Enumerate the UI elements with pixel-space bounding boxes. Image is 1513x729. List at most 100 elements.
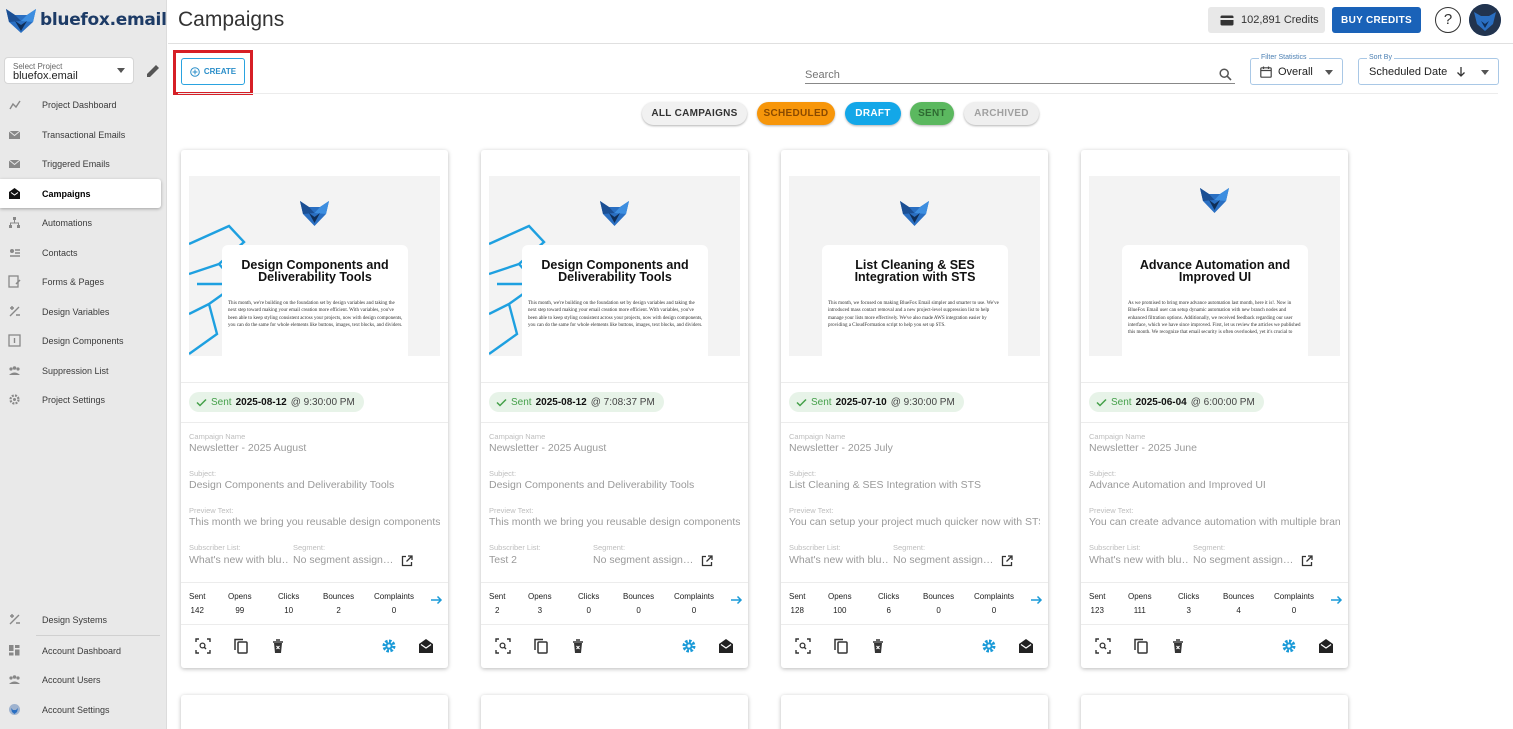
credits-display[interactable]: 102,891 Credits — [1208, 7, 1325, 33]
email-preview-body: This month, we focused on making BlueFox… — [828, 301, 999, 328]
mail-open-icon[interactable] — [1018, 638, 1034, 654]
chevron-down-icon — [117, 68, 125, 73]
copy-icon[interactable] — [1133, 638, 1149, 654]
sidebar-item-suppression-list[interactable]: Suppression List — [0, 356, 167, 386]
email-preview-thumbnail[interactable]: Advance Automation and Improved UI As we… — [1089, 176, 1340, 356]
arrow-right-icon[interactable] — [431, 595, 443, 605]
mail-open-icon[interactable] — [718, 638, 734, 654]
stat-label: Clicks — [278, 592, 300, 601]
delete-icon[interactable] — [1170, 638, 1186, 654]
email-preview-thumbnail[interactable]: Design Components and Deliverability Too… — [489, 176, 740, 356]
campaign-card[interactable] — [481, 695, 748, 729]
suppression-icon — [9, 365, 20, 375]
avatar[interactable] — [1469, 4, 1501, 36]
sidebar-item-design-systems[interactable]: Design Systems — [0, 605, 167, 635]
campaign-card[interactable] — [1081, 695, 1348, 729]
status-badge: Sent 2025-07-10 @ 9:30:00 PM — [789, 392, 964, 412]
search-field[interactable] — [805, 64, 1235, 84]
sent-date: 2025-08-12 — [235, 396, 287, 408]
segment-value: No segment assign… — [593, 554, 693, 566]
subscriber-list-value: What's new with blu… — [789, 554, 889, 566]
gear-icon[interactable] — [981, 638, 997, 654]
chip-archived[interactable]: ARCHIVED — [964, 102, 1039, 125]
chip-sent[interactable]: SENT — [910, 102, 954, 125]
campaign-card[interactable]: List Cleaning & SES Integration with STS… — [781, 150, 1048, 668]
campaign-card[interactable] — [781, 695, 1048, 729]
create-button[interactable]: CREATE — [181, 58, 245, 85]
card-divider — [181, 382, 448, 383]
chevron-down-icon — [1481, 70, 1489, 75]
sidebar-item-transactional-emails[interactable]: Transactional Emails — [0, 120, 167, 150]
chip-draft[interactable]: DRAFT — [845, 102, 901, 125]
campaign-card[interactable]: Advance Automation and Improved UI As we… — [1081, 150, 1348, 668]
arrow-right-icon[interactable] — [1331, 595, 1343, 605]
open-external-icon[interactable] — [1301, 555, 1313, 567]
chip-scheduled[interactable]: SCHEDULED — [757, 102, 835, 125]
logo-text: bluefox.email — [40, 10, 167, 30]
copy-icon[interactable] — [233, 638, 249, 654]
card-divider — [781, 624, 1048, 625]
card-divider — [181, 422, 448, 423]
campaign-card[interactable] — [181, 695, 448, 729]
sidebar-item-label: Account Users — [42, 675, 101, 685]
gear-icon[interactable] — [1281, 638, 1297, 654]
chip-all-campaigns[interactable]: ALL CAMPAIGNS — [642, 102, 747, 125]
sidebar-item-label: Contacts — [42, 247, 78, 258]
status-text: Sent — [811, 396, 832, 408]
fox-logo-icon — [300, 201, 329, 226]
grid-icon — [9, 644, 20, 655]
open-external-icon[interactable] — [1001, 555, 1013, 567]
gear-icon[interactable] — [681, 638, 697, 654]
sent-date: 2025-08-12 — [535, 396, 587, 408]
sidebar-item-project-settings[interactable]: Project Settings — [0, 385, 167, 415]
open-external-icon[interactable] — [701, 555, 713, 567]
filter-statistics-select[interactable]: Filter Statistics Overall — [1250, 54, 1343, 85]
email-preview-thumbnail[interactable]: Design Components and Deliverability Too… — [189, 176, 440, 356]
email-preview-thumbnail[interactable]: List Cleaning & SES Integration with STS… — [789, 176, 1040, 356]
campaign-card[interactable]: Design Components and Deliverability Too… — [181, 150, 448, 668]
copy-icon[interactable] — [533, 638, 549, 654]
help-icon[interactable]: ? — [1435, 7, 1461, 33]
sidebar-item-project-dashboard[interactable]: Project Dashboard — [0, 90, 167, 120]
sidebar-item-triggered-emails[interactable]: Triggered Emails — [0, 149, 167, 179]
gear-icon[interactable] — [381, 638, 397, 654]
sidebar-item-design-components[interactable]: Design Components — [0, 326, 167, 356]
preview-icon[interactable] — [195, 638, 211, 654]
sidebar-item-automations[interactable]: Automations — [0, 208, 167, 238]
sent-time: @ 9:30:00 PM — [290, 396, 355, 408]
arrow-right-icon[interactable] — [731, 595, 743, 605]
preview-icon[interactable] — [495, 638, 511, 654]
arrow-down-icon[interactable] — [1456, 66, 1466, 78]
search-input[interactable] — [805, 64, 1205, 81]
stat-label: Opens — [828, 592, 852, 601]
campaign-name-value: Newsletter - 2025 August — [189, 442, 307, 454]
buy-credits-button[interactable]: BUY CREDITS — [1332, 7, 1421, 33]
sidebar-item-contacts[interactable]: Contacts — [0, 238, 167, 268]
sidebar-item-campaigns[interactable]: Campaigns — [0, 178, 161, 208]
sort-by-select[interactable]: Sort By Scheduled Date — [1358, 54, 1499, 85]
delete-icon[interactable] — [570, 638, 586, 654]
copy-icon[interactable] — [833, 638, 849, 654]
preview-icon[interactable] — [795, 638, 811, 654]
preview-icon[interactable] — [1095, 638, 1111, 654]
sidebar-item-account-users[interactable]: Account Users — [0, 665, 167, 695]
delete-icon[interactable] — [270, 638, 286, 654]
mail-open-icon[interactable] — [1318, 638, 1334, 654]
open-external-icon[interactable] — [401, 555, 413, 567]
stat-label: Bounces — [323, 592, 355, 601]
sidebar-item-forms-pages[interactable]: Forms & Pages — [0, 267, 167, 297]
delete-icon[interactable] — [870, 638, 886, 654]
mail-open-icon[interactable] — [418, 638, 434, 654]
sidebar-item-design-variables[interactable]: Design Variables — [0, 297, 167, 327]
stat-label: Complaints — [674, 592, 715, 601]
sidebar-item-account-settings[interactable]: Account Settings — [0, 695, 167, 725]
arrow-right-icon[interactable] — [1031, 595, 1043, 605]
logo[interactable]: bluefox.email — [4, 4, 167, 36]
campaign-card[interactable]: Design Components and Deliverability Too… — [481, 150, 748, 668]
pencil-icon[interactable] — [144, 62, 162, 80]
plus-circle-icon — [190, 66, 200, 77]
search-icon[interactable] — [1219, 68, 1232, 81]
project-select[interactable]: Select Project bluefox.email — [4, 57, 134, 84]
sidebar-item-account-dashboard[interactable]: Account Dashboard — [0, 636, 167, 666]
stat-label: Sent — [1089, 592, 1106, 601]
